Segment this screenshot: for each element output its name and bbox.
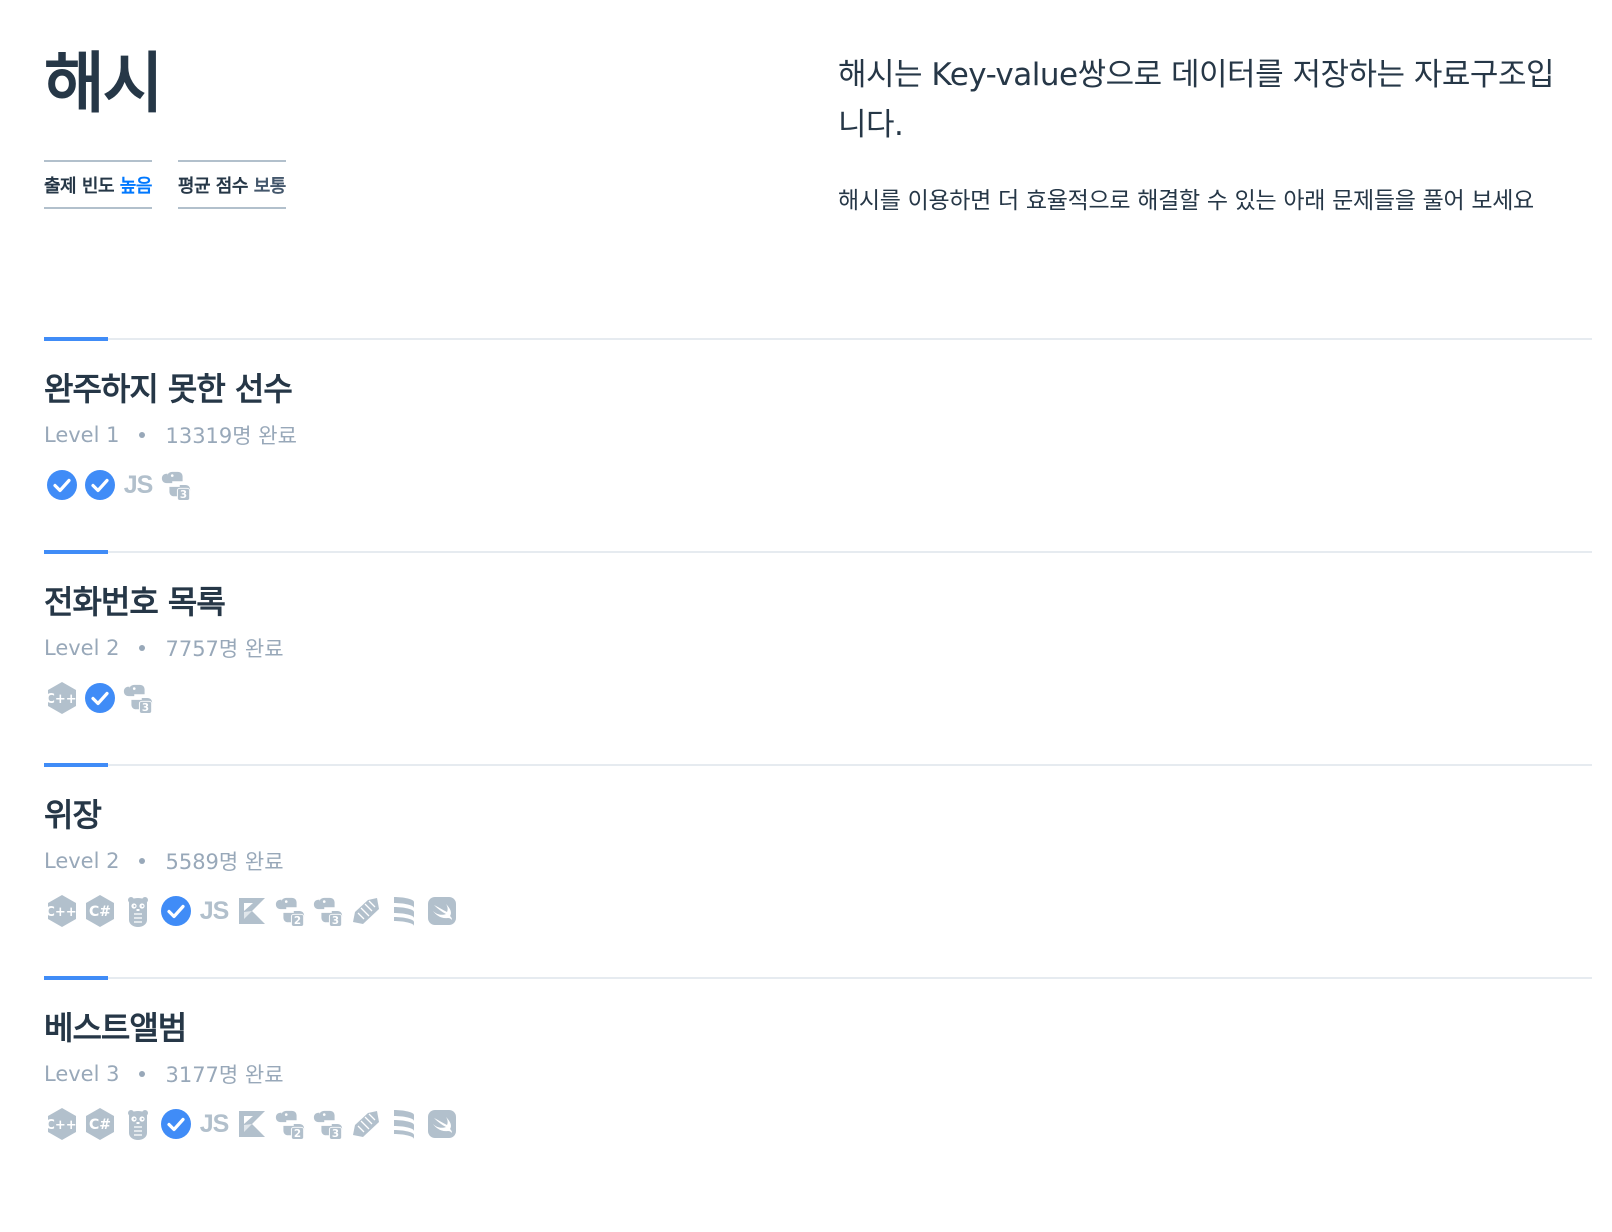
svg-text:3: 3 <box>180 489 187 501</box>
problem-title[interactable]: 전화번호 목록 <box>44 577 226 623</box>
svg-text:2: 2 <box>294 915 301 927</box>
check-icon <box>84 681 116 715</box>
divider <box>44 764 1592 766</box>
javascript-icon: JS <box>199 1109 230 1138</box>
svg-text:C++: C++ <box>46 1118 77 1133</box>
problem-title[interactable]: 위장 <box>44 790 102 836</box>
python3-icon: 3 <box>160 468 192 502</box>
separator-dot <box>139 858 146 864</box>
divider <box>44 338 1592 340</box>
stat-frequency-value: 높음 <box>119 176 153 197</box>
swift-icon <box>426 894 458 928</box>
python2-icon: 2 <box>274 1107 306 1141</box>
page-title: 해시 <box>44 45 163 122</box>
description-lead: 해시는 Key-value쌍으로 데이터를 저장하는 자료구조입니다. <box>838 57 1554 143</box>
stat-average-score-label: 평균 점수 <box>177 176 249 197</box>
svg-text:C#: C# <box>89 1117 111 1133</box>
kotlin-icon <box>236 1107 268 1141</box>
kotlin-icon <box>236 894 268 928</box>
problem-title[interactable]: 완주하지 못한 선수 <box>44 364 293 410</box>
stat-frequency: 출제 빈도 높음 <box>44 160 152 209</box>
divider <box>44 977 1592 979</box>
problem-completed-count: 13319명 완료 <box>165 424 297 448</box>
svg-text:3: 3 <box>142 702 149 714</box>
language-list: C++ 3 <box>46 681 154 715</box>
svg-text:C++: C++ <box>46 905 77 920</box>
language-list: C++ C# JS 2 3 <box>46 1107 458 1141</box>
divider-accent <box>44 550 108 554</box>
python2-icon: 2 <box>274 894 306 928</box>
javascript-icon: JS <box>199 896 230 925</box>
problem-item[interactable]: 위장 Level 2 5589명 완료 C++ C# JS 2 3 <box>44 763 1592 974</box>
svg-text:C#: C# <box>89 904 111 920</box>
svg-text:3: 3 <box>332 915 339 927</box>
stat-average-score: 평균 점수 보통 <box>177 160 287 209</box>
problem-item[interactable]: 전화번호 목록 Level 2 7757명 완료 C++ 3 <box>44 550 1592 761</box>
problem-completed-count: 3177명 완료 <box>165 1063 284 1087</box>
go-icon <box>122 894 154 928</box>
language-list: JS 3 <box>46 468 192 502</box>
javascript-icon: JS <box>123 470 154 499</box>
cpp-icon: C++ <box>46 681 78 715</box>
scala-icon <box>388 894 420 928</box>
problem-meta: Level 3 3177명 완료 <box>44 1059 284 1089</box>
python3-icon: 3 <box>122 681 154 715</box>
ruby-icon <box>350 1107 382 1141</box>
stat-average-score-value: 보통 <box>253 176 287 197</box>
stat-frequency-label: 출제 빈도 <box>44 176 115 197</box>
problem-item[interactable]: 완주하지 못한 선수 Level 1 13319명 완료 JS 3 <box>44 337 1592 548</box>
description-sub: 해시를 이용하면 더 효율적으로 해결할 수 있는 아래 문제들을 풀어 보세요 <box>838 188 1534 214</box>
csharp-icon: C# <box>84 894 116 928</box>
cpp-icon: C++ <box>46 1107 78 1141</box>
check-icon <box>160 1107 192 1141</box>
separator-dot <box>139 432 146 438</box>
problem-completed-count: 7757명 완료 <box>165 637 284 661</box>
problem-level: Level 1 <box>44 423 120 447</box>
swift-icon <box>426 1107 458 1141</box>
problem-item[interactable]: 베스트앨범 Level 3 3177명 완료 C++ C# JS 2 3 <box>44 976 1592 1187</box>
problem-completed-count: 5589명 완료 <box>165 850 284 874</box>
check-icon <box>84 468 116 502</box>
go-icon <box>122 1107 154 1141</box>
divider-accent <box>44 976 108 980</box>
csharp-icon: C# <box>84 1107 116 1141</box>
problem-level: Level 2 <box>44 849 120 873</box>
cpp-icon: C++ <box>46 894 78 928</box>
language-list: C++ C# JS 2 3 <box>46 894 458 928</box>
stats-bar: 출제 빈도 높음 평균 점수 보통 <box>44 160 286 209</box>
separator-dot <box>139 645 146 651</box>
problem-level: Level 3 <box>44 1062 120 1086</box>
svg-text:C++: C++ <box>46 692 77 707</box>
problem-meta: Level 2 7757명 완료 <box>44 633 284 663</box>
divider-accent <box>44 763 108 767</box>
description: 해시는 Key-value쌍으로 데이터를 저장하는 자료구조입니다. 해시를 … <box>838 50 1578 224</box>
svg-text:3: 3 <box>332 1128 339 1140</box>
problem-meta: Level 2 5589명 완료 <box>44 846 284 876</box>
svg-text:2: 2 <box>294 1128 301 1140</box>
divider <box>44 551 1592 553</box>
divider-accent <box>44 337 108 341</box>
scala-icon <box>388 1107 420 1141</box>
problem-meta: Level 1 13319명 완료 <box>44 420 297 450</box>
ruby-icon <box>350 894 382 928</box>
separator-dot <box>139 1071 146 1077</box>
problem-level: Level 2 <box>44 636 120 660</box>
python3-icon: 3 <box>312 1107 344 1141</box>
problem-title[interactable]: 베스트앨범 <box>44 1003 187 1049</box>
check-icon <box>46 468 78 502</box>
python3-icon: 3 <box>312 894 344 928</box>
check-icon <box>160 894 192 928</box>
